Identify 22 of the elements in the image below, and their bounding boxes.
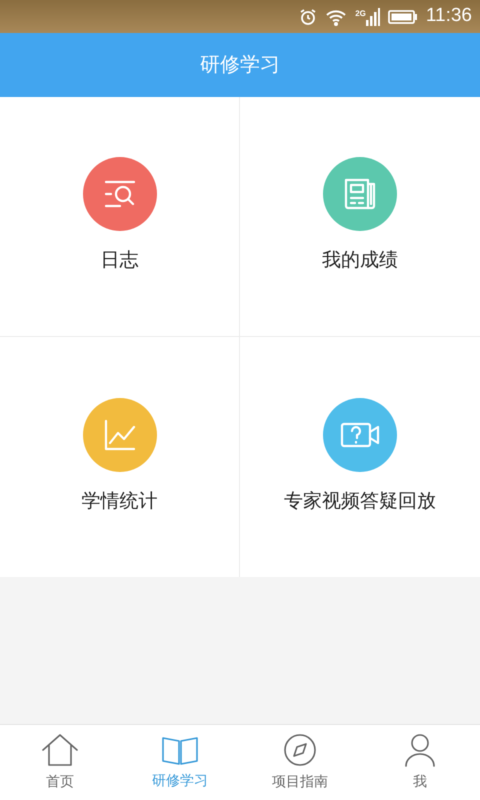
menu-tile[interactable]: 学情统计	[0, 337, 240, 577]
network-label: 2G	[355, 8, 366, 20]
tile-label: 我的成绩	[322, 249, 398, 274]
battery-icon	[388, 8, 418, 24]
tab[interactable]: 项目指南	[240, 725, 360, 800]
page-title: 研修学习	[200, 53, 280, 78]
tab[interactable]: 我	[360, 725, 480, 800]
tile-label: 专家视频答疑回放	[284, 490, 436, 514]
signal-icon	[366, 8, 380, 26]
menu-tile[interactable]: 专家视频答疑回放	[240, 337, 480, 577]
wifi-icon	[325, 8, 348, 26]
person-icon	[403, 733, 437, 767]
compass-icon	[283, 733, 317, 767]
clock: 11:36	[426, 4, 472, 28]
menu-tile[interactable]: 我的成绩	[240, 97, 480, 337]
tile-label: 日志	[100, 249, 138, 274]
tile-label: 学情统计	[82, 490, 158, 514]
book-icon	[161, 734, 199, 766]
menu-tile[interactable]: 日志	[0, 97, 240, 337]
tab[interactable]: 首页	[0, 725, 120, 800]
alarm-icon	[299, 8, 318, 26]
home-icon	[41, 733, 79, 767]
